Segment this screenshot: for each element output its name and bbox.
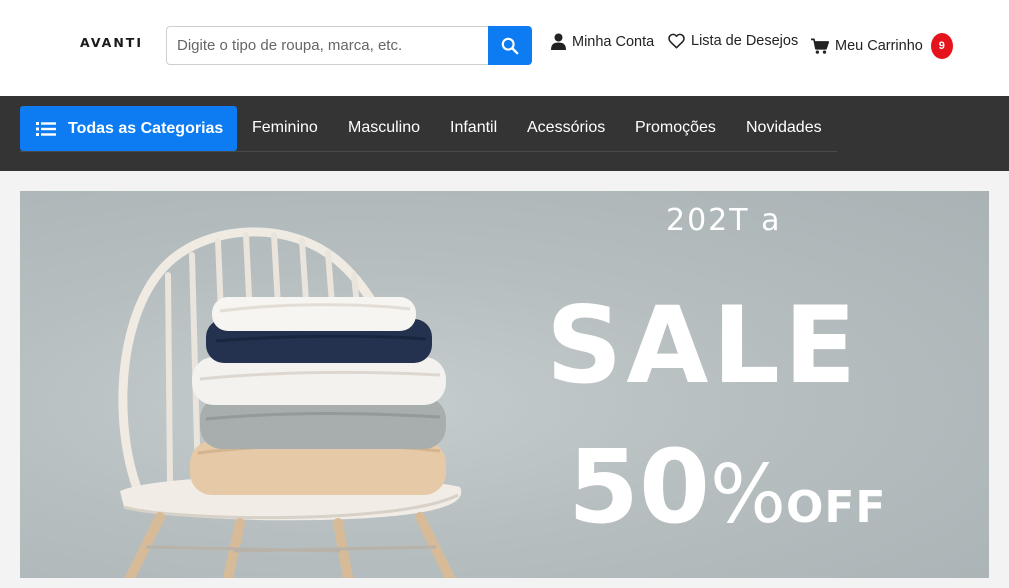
nav-item-feminino[interactable]: Feminino	[252, 119, 318, 137]
site-header: AVANTI Minha Conta Lista de Desejos M	[0, 0, 1009, 96]
nav-item-promocoes[interactable]: Promoções	[635, 119, 716, 137]
wishlist-label: Lista de Desejos	[691, 33, 799, 49]
wishlist-link[interactable]: Lista de Desejos	[668, 33, 798, 49]
brand-logo[interactable]: AVANTI	[80, 35, 143, 50]
banner-sale-text: SALE	[546, 284, 861, 407]
search-button[interactable]	[488, 26, 532, 65]
all-categories-label: Todas as Categorias	[68, 119, 224, 137]
banner-year-text: 202T a	[666, 203, 782, 238]
user-icon	[551, 33, 566, 50]
nav-item-infantil[interactable]: Infantil	[450, 119, 497, 137]
search-input[interactable]	[166, 26, 488, 65]
category-nav: Todas as Categorias Feminino Masculino I…	[20, 106, 837, 152]
nav-item-novidades[interactable]: Novidades	[746, 119, 822, 137]
my-account-label: Minha Conta	[572, 33, 655, 50]
banner-percent-value: 50	[568, 428, 710, 547]
nav-item-masculino[interactable]: Masculino	[348, 119, 420, 137]
banner-discount-text: 50%OFF	[568, 437, 887, 539]
cart-label: Meu Carrinho	[835, 38, 923, 54]
cart-count-badge: 9	[930, 33, 953, 59]
cart-link[interactable]: Meu Carrinho 9	[811, 33, 953, 59]
banner-off-text: OFF	[785, 482, 887, 533]
search-icon	[501, 37, 519, 54]
my-account-link[interactable]: Minha Conta	[551, 33, 654, 50]
cart-icon	[811, 38, 829, 54]
search-bar	[166, 26, 532, 65]
nav-item-acessorios[interactable]: Acessórios	[527, 119, 605, 137]
heart-icon	[668, 33, 685, 49]
banner-percent-sign: %	[709, 448, 786, 541]
all-categories-button[interactable]: Todas as Categorias	[20, 106, 237, 151]
main-content: 202T a SALE 50%OFF	[0, 171, 1009, 588]
category-navbar: Todas as Categorias Feminino Masculino I…	[0, 96, 1009, 171]
hero-banner[interactable]: 202T a SALE 50%OFF	[20, 191, 989, 578]
menu-list-icon	[36, 121, 56, 136]
